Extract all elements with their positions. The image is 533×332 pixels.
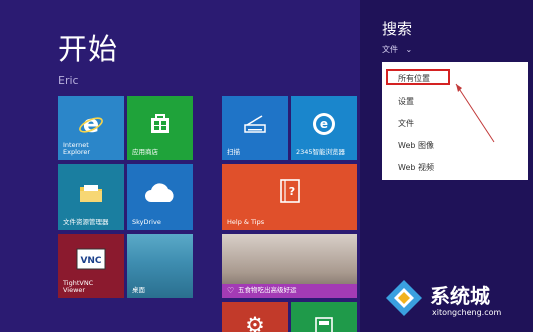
tile-label: 文件资源管理器	[63, 218, 109, 226]
tile-help-tips[interactable]: ? Help & Tips	[222, 164, 357, 230]
search-scope-selector[interactable]: 文件 ⌄	[382, 44, 412, 55]
tile-label: 扫描	[227, 148, 240, 156]
tile-label: 应用商店	[132, 148, 158, 156]
tile-file-explorer[interactable]: 文件资源管理器	[58, 164, 124, 230]
tile-2345-browser[interactable]: e 2345智能浏览器	[291, 96, 357, 160]
vnc-icon: VNC	[76, 248, 106, 272]
help-book-icon: ?	[279, 178, 301, 206]
svg-text:e: e	[83, 111, 99, 137]
tile-label: 桌面	[132, 286, 145, 294]
tile-desktop[interactable]: 桌面	[127, 234, 193, 298]
heart-icon: ♡	[227, 286, 235, 295]
tile-label: TightVNC Viewer	[63, 279, 94, 294]
option-web-images[interactable]: Web 图像	[398, 140, 434, 151]
option-settings[interactable]: 设置	[398, 96, 414, 107]
store-icon	[149, 113, 171, 137]
option-files[interactable]: 文件	[398, 118, 414, 129]
tile-internet-explorer[interactable]: e Internet Explorer	[58, 96, 124, 160]
tile-calculator[interactable]	[291, 302, 357, 332]
diamond-logo-icon	[386, 280, 422, 316]
charm-title: 搜索	[382, 20, 413, 38]
gear-icon: ⚙	[245, 313, 265, 332]
tile-photo-story[interactable]: 五食物吃出高级好运 ♡	[222, 234, 357, 298]
tile-store[interactable]: 应用商店	[127, 96, 193, 160]
annotation-arrow	[455, 83, 495, 143]
tile-settings[interactable]: ⚙	[222, 302, 288, 332]
tile-label: Help & Tips	[227, 218, 265, 226]
option-web-videos[interactable]: Web 视频	[398, 162, 434, 173]
option-all-locations[interactable]: 所有位置	[398, 73, 430, 84]
start-screen: 开始 Eric e Internet Explorer 应用商店 扫描 e 23…	[0, 0, 533, 332]
tile-skydrive[interactable]: SkyDrive	[127, 164, 193, 230]
folder-icon	[78, 182, 104, 206]
cloud-icon	[143, 182, 177, 206]
scanner-icon	[242, 113, 268, 137]
tile-label: 五食物吃出高级好运	[238, 286, 297, 294]
user-name: Eric	[58, 74, 79, 87]
page-title: 开始	[58, 32, 119, 66]
internet-explorer-icon: e	[78, 110, 104, 139]
watermark-brand: 系统城	[430, 284, 490, 308]
tile-label: 2345智能浏览器	[296, 148, 346, 156]
tile-label: SkyDrive	[132, 218, 161, 226]
scope-label: 文件	[382, 45, 398, 54]
tile-tightvnc-viewer[interactable]: VNC TightVNC Viewer	[58, 234, 124, 298]
svg-text:e: e	[320, 117, 328, 131]
chevron-down-icon: ⌄	[405, 45, 413, 54]
svg-text:?: ?	[288, 185, 294, 198]
tile-scan[interactable]: 扫描	[222, 96, 288, 160]
tile-label: Internet Explorer	[63, 141, 91, 156]
browser-2345-icon: e	[312, 112, 336, 138]
watermark-url: xitongcheng.com	[432, 308, 502, 317]
calculator-icon	[315, 316, 333, 332]
svg-text:VNC: VNC	[80, 256, 101, 266]
watermark-logo: 系统城 xitongcheng.com	[380, 272, 533, 332]
